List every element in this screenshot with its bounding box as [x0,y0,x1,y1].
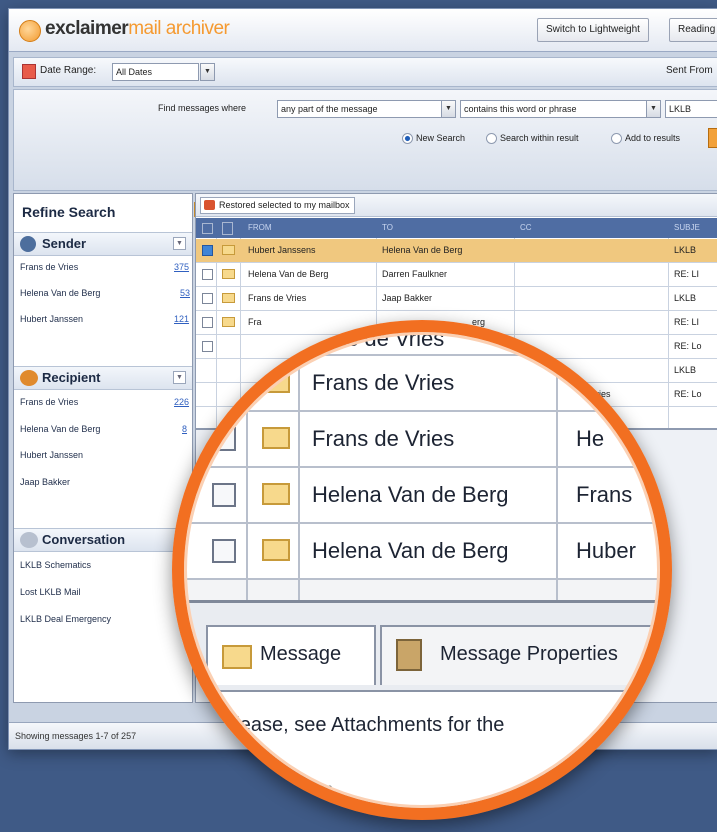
recipient-title: Recipient [42,370,101,385]
envelope-icon [222,269,235,279]
conversation-title: Conversation [42,532,126,547]
new-search-label: New Search [416,133,466,143]
chevron-down-icon[interactable]: ▼ [200,63,215,81]
select-all-checkbox[interactable] [202,223,213,234]
conversation-item[interactable]: LKLB Schematics [20,560,91,570]
find-label: Find messages where [158,103,247,113]
date-range-select[interactable]: All Dates [112,63,199,81]
row-from: Helena Van de Berg [248,269,329,279]
people-icon [20,370,38,386]
restore-label: Restored selected to my mailbox [219,200,350,210]
title-bar: exclaimermail archiver Switch to Lightwe… [9,9,717,52]
date-range-label: Date Range: [40,65,97,76]
add-to-results-radio[interactable] [611,133,622,144]
row-subject: RE: LI [674,269,700,279]
envelope-icon [222,245,235,255]
refine-panel: Refine Search < Sender ▼ Frans de Vries … [13,193,209,703]
row-subject: LKLB [674,365,697,375]
switch-lightweight-button[interactable]: Switch to Lightweight [537,18,649,42]
row-subject: RE: Lo [674,341,702,351]
person-icon [20,236,36,252]
conversation-item[interactable]: Lost LKLB Mail [20,587,81,597]
row-subject: RE: Lo [674,389,702,399]
sent-from-label: Sent From [666,65,713,76]
col-from[interactable]: FROM [248,223,272,232]
row-subject: LKLB [674,293,697,303]
search-within-label: Search within result [500,133,579,143]
attachment-column-icon [222,222,233,235]
restore-to-mailbox-button[interactable]: Restored selected to my mailbox [200,197,355,214]
table-row[interactable]: Helena Van de Berg Darren Faulkner RE: L… [196,263,717,287]
new-search-radio[interactable] [402,133,413,144]
find-panel: Find messages where any part of the mess… [13,89,717,191]
refine-title: Refine Search [22,204,116,220]
restore-icon [204,200,215,210]
search-within-radio[interactable] [486,133,497,144]
sender-count[interactable]: 53 [180,288,190,298]
sender-item[interactable]: Helena Van de Berg [20,288,100,298]
row-from: Hubert Janssens [248,245,316,255]
sender-item[interactable]: Frans de Vries [20,262,78,272]
row-checkbox[interactable] [202,293,213,304]
recipient-item[interactable]: Frans de Vries [20,397,78,407]
add-to-results-label: Add to results [625,133,681,143]
chevron-down-icon[interactable]: ▼ [441,100,456,118]
row-from: Frans de Vries [248,293,307,303]
table-row[interactable]: Frans de Vries Jaap Bakker LKLB [196,287,717,311]
row-subject: RE: LI [674,317,700,327]
row-subject: LKLB [674,245,697,255]
envelope-icon [222,317,235,327]
conversation-item[interactable]: LKLB Deal Emergency [20,614,111,624]
sender-item[interactable]: Hubert Janssen [20,314,83,324]
table-row[interactable]: Hubert Janssens Helena Van de Berg LKLB [196,239,717,263]
recipient-section-header[interactable]: Recipient ▼ [14,366,192,390]
row-checkbox[interactable] [202,269,213,280]
search-go-button[interactable] [708,128,717,148]
recipient-item[interactable]: Jaap Bakker [20,477,70,487]
search-condition-select[interactable]: contains this word or phrase [460,100,647,118]
status-text: Showing messages 1-7 of 257 [15,731,137,741]
calendar-icon [22,64,36,79]
row-to: Helena Van de Berg [382,245,463,255]
envelope-icon [222,293,235,303]
grid-header: FROM TO CC SUBJE [196,218,717,238]
magnifier-ring [172,320,672,820]
col-cc[interactable]: CC [520,223,532,232]
recipient-item[interactable]: Hubert Janssen [20,450,83,460]
col-subject[interactable]: SUBJE [674,223,700,232]
row-to: Jaap Bakker [382,293,433,303]
app-logo: exclaimermail archiver [45,18,230,40]
sender-title: Sender [42,236,87,251]
row-to: Darren Faulkner [382,269,448,279]
logo-icon [19,20,41,42]
date-range-bar: Date Range: All Dates ▼ Sent From [13,57,717,87]
sender-count[interactable]: 121 [174,314,189,324]
col-to[interactable]: TO [382,223,393,232]
chevron-down-icon[interactable]: ▼ [646,100,661,118]
chevron-down-icon[interactable]: ▼ [173,237,186,250]
grid-toolbar: Restored selected to my mailbox [196,194,717,217]
row-checkbox[interactable] [202,245,213,256]
recipient-item[interactable]: Helena Van de Berg [20,424,100,434]
row-from: Fra [248,317,262,327]
conversation-section-header[interactable]: Conversation [14,528,192,552]
conversation-icon [20,532,38,548]
sender-section-header[interactable]: Sender ▼ [14,232,192,256]
search-input[interactable]: LKLB [665,100,717,118]
row-checkbox[interactable] [202,317,213,328]
reading-button[interactable]: Reading [669,18,717,42]
logo-light-text: mail archiver [128,18,230,39]
sender-count[interactable]: 375 [174,262,189,272]
logo-bold-text: exclaimer [45,18,129,39]
search-field-select[interactable]: any part of the message [277,100,442,118]
